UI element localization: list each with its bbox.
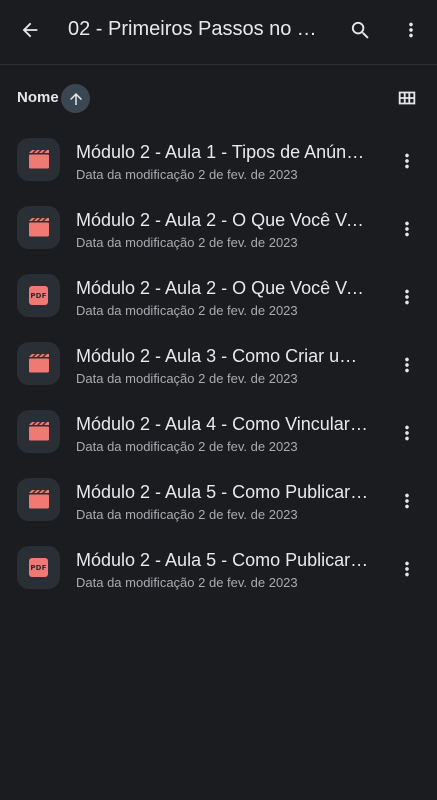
pdf-thumbnail: PDF bbox=[17, 274, 60, 317]
arrow-up-icon bbox=[69, 92, 82, 105]
file-name: Módulo 2 - Aula 5 - Como Publicar um Víd… bbox=[76, 550, 372, 570]
file-modified-date: Data da modificação 2 de fev. de 2023 bbox=[76, 439, 298, 454]
pdf-thumbnail: PDF bbox=[17, 546, 60, 589]
more-vert-icon bbox=[405, 425, 409, 441]
video-file-icon bbox=[28, 490, 49, 509]
video-file-icon bbox=[28, 150, 49, 169]
file-name: Módulo 2 - Aula 5 - Como Publicar um Víd… bbox=[76, 482, 372, 502]
search-button[interactable] bbox=[340, 10, 380, 50]
more-vert-icon bbox=[405, 153, 409, 169]
file-modified-date: Data da modificação 2 de fev. de 2023 bbox=[76, 167, 298, 182]
more-vert-icon bbox=[405, 561, 409, 577]
file-more-options-button[interactable] bbox=[387, 549, 427, 589]
pdf-file-icon: PDF bbox=[29, 286, 48, 305]
arrow-back-icon bbox=[22, 22, 38, 38]
file-name: Módulo 2 - Aula 2 - O Que Você Vai Preci… bbox=[76, 278, 372, 298]
video-file-icon bbox=[28, 218, 49, 237]
file-more-options-button[interactable] bbox=[387, 413, 427, 453]
sort-bar: Nome bbox=[0, 80, 437, 116]
file-more-options-button[interactable] bbox=[387, 277, 427, 317]
video-thumbnail bbox=[17, 478, 60, 521]
more-vert-icon bbox=[405, 221, 409, 237]
file-more-options-button[interactable] bbox=[387, 345, 427, 385]
file-row[interactable]: PDF Módulo 2 - Aula 2 - O Que Você Vai Pr… bbox=[0, 262, 437, 330]
file-name: Módulo 2 - Aula 2 - O Que Você Vai Preci… bbox=[76, 210, 372, 230]
video-thumbnail bbox=[17, 206, 60, 249]
video-thumbnail bbox=[17, 138, 60, 181]
file-list: Módulo 2 - Aula 1 - Tipos de Anúncios Dat… bbox=[0, 126, 437, 602]
file-row[interactable]: Módulo 2 - Aula 2 - O Que Você Vai Preci… bbox=[0, 194, 437, 262]
file-modified-date: Data da modificação 2 de fev. de 2023 bbox=[76, 371, 298, 386]
file-row[interactable]: PDF Módulo 2 - Aula 5 - Como Publicar um … bbox=[0, 534, 437, 602]
sort-direction-button[interactable] bbox=[61, 84, 90, 113]
more-vert-icon bbox=[405, 289, 409, 305]
file-modified-date: Data da modificação 2 de fev. de 2023 bbox=[76, 507, 298, 522]
video-thumbnail bbox=[17, 410, 60, 453]
top-app-bar: 02 - Primeiros Passos no YouTube Ads bbox=[0, 0, 437, 62]
file-row[interactable]: Módulo 2 - Aula 4 - Como Vincular o Goog… bbox=[0, 398, 437, 466]
file-more-options-button[interactable] bbox=[387, 209, 427, 249]
file-more-options-button[interactable] bbox=[387, 481, 427, 521]
more-vert-icon bbox=[405, 357, 409, 373]
grid-view-icon bbox=[398, 91, 416, 105]
grid-view-button[interactable] bbox=[387, 78, 427, 118]
more-vert-icon bbox=[405, 493, 409, 509]
video-file-icon bbox=[28, 422, 49, 441]
more-options-button[interactable] bbox=[391, 10, 431, 50]
file-name: Módulo 2 - Aula 4 - Como Vincular o Goog… bbox=[76, 414, 372, 434]
file-row[interactable]: Módulo 2 - Aula 3 - Como Criar um Canal D… bbox=[0, 330, 437, 398]
file-modified-date: Data da modificação 2 de fev. de 2023 bbox=[76, 303, 298, 318]
folder-title: 02 - Primeiros Passos no YouTube Ads bbox=[68, 18, 328, 40]
pdf-file-icon: PDF bbox=[29, 558, 48, 577]
file-row[interactable]: Módulo 2 - Aula 5 - Como Publicar um Víd… bbox=[0, 466, 437, 534]
back-button[interactable] bbox=[10, 10, 50, 50]
more-vert-icon bbox=[409, 22, 413, 38]
file-modified-date: Data da modificação 2 de fev. de 2023 bbox=[76, 235, 298, 250]
file-name: Módulo 2 - Aula 1 - Tipos de Anúncios bbox=[76, 142, 372, 162]
file-modified-date: Data da modificação 2 de fev. de 2023 bbox=[76, 575, 298, 590]
video-file-icon bbox=[28, 354, 49, 373]
appbar-divider bbox=[0, 64, 437, 65]
sort-by-name-button[interactable]: Nome bbox=[17, 89, 59, 106]
search-icon bbox=[351, 21, 369, 39]
video-thumbnail bbox=[17, 342, 60, 385]
file-more-options-button[interactable] bbox=[387, 141, 427, 181]
file-name: Módulo 2 - Aula 3 - Como Criar um Canal bbox=[76, 346, 372, 366]
file-row[interactable]: Módulo 2 - Aula 1 - Tipos de Anúncios Dat… bbox=[0, 126, 437, 194]
